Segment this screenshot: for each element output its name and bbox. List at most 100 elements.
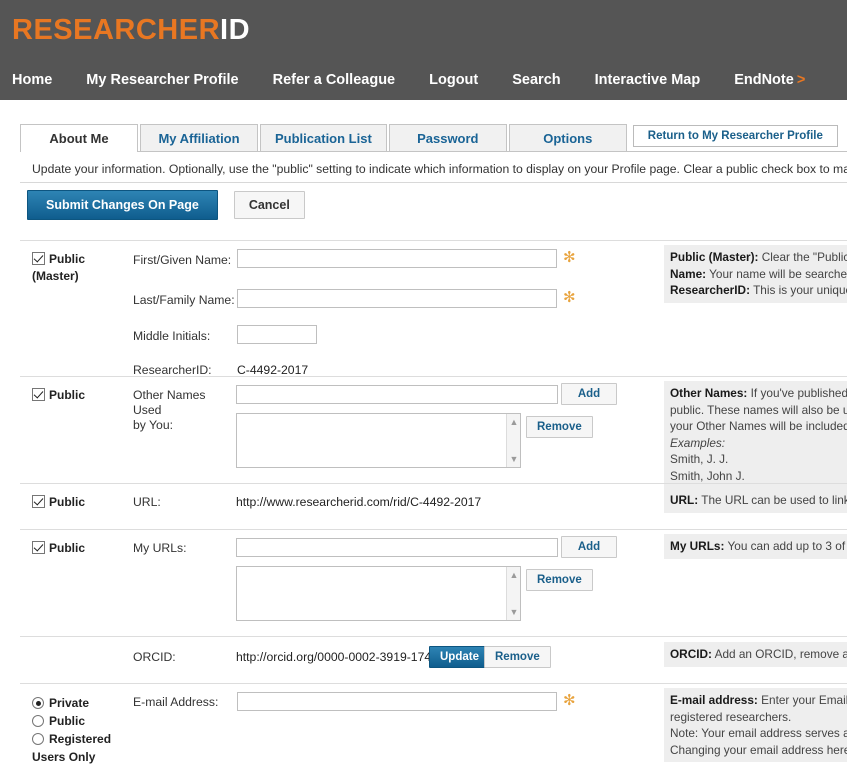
tab-about-me[interactable]: About Me xyxy=(20,124,138,152)
other-names-add-button[interactable]: Add xyxy=(561,383,617,405)
other-names-help-panel: Other Names: If you've published under p… xyxy=(664,381,847,488)
nav-item-home[interactable]: Home xyxy=(12,72,52,88)
last-name-label: Last/Family Name: xyxy=(133,293,235,307)
tab-bar: About Me My Affiliation Publication List… xyxy=(20,122,847,152)
logo-text-secondary: ID xyxy=(220,14,251,46)
help-line-examples: Examples: xyxy=(670,435,847,452)
other-names-public-control[interactable]: Public xyxy=(32,387,122,404)
public-label: Public xyxy=(49,388,86,402)
return-to-profile-button[interactable]: Return to My Researcher Profile xyxy=(632,124,838,147)
checkbox-icon[interactable] xyxy=(32,541,45,554)
email-label: E-mail Address: xyxy=(133,695,219,709)
other-names-input[interactable] xyxy=(236,385,558,404)
instructions-divider xyxy=(20,182,847,183)
name-public-master-control[interactable]: Public (Master) xyxy=(32,251,122,285)
my-urls-listbox[interactable]: ▲ ▼ xyxy=(236,566,521,621)
help-text: If you've published under xyxy=(750,386,847,400)
listbox-scrollbar[interactable]: ▲ ▼ xyxy=(506,414,520,467)
main-navigation: Home My Researcher Profile Refer a Colle… xyxy=(0,60,847,100)
checkbox-icon[interactable] xyxy=(32,252,45,265)
radio-icon-private[interactable] xyxy=(32,697,44,709)
tab-underline xyxy=(20,151,847,152)
nav-item-my-researcher-profile[interactable]: My Researcher Profile xyxy=(86,72,238,88)
scroll-up-icon[interactable]: ▲ xyxy=(509,570,519,580)
required-marker-email: ✻ xyxy=(563,692,576,709)
help-text: You can add up to 3 of your o xyxy=(727,539,847,553)
help-line: ResearcherID: This is your unique iden xyxy=(670,282,847,299)
my-urls-public-control[interactable]: Public xyxy=(32,540,122,557)
help-text: Add an ORCID, remove an ORCI xyxy=(714,647,847,661)
help-term: E-mail address: xyxy=(670,693,758,707)
checkbox-icon[interactable] xyxy=(32,388,45,401)
middle-initials-label: Middle Initials: xyxy=(133,329,211,343)
public-master-sublabel: (Master) xyxy=(32,269,79,283)
nav-item-logout[interactable]: Logout xyxy=(429,72,478,88)
tab-my-affiliation[interactable]: My Affiliation xyxy=(140,124,258,152)
email-privacy-group[interactable]: Private Public Registered Users Only xyxy=(32,694,132,766)
orcid-update-button[interactable]: Update xyxy=(429,646,490,668)
my-urls-input[interactable] xyxy=(236,538,558,557)
first-name-input[interactable] xyxy=(237,249,557,268)
nav-item-search[interactable]: Search xyxy=(512,72,560,88)
page-content: About Me My Affiliation Publication List… xyxy=(0,100,847,776)
submit-changes-button[interactable]: Submit Changes On Page xyxy=(27,190,218,220)
section-url: Public URL: http://www.researcherid.com/… xyxy=(20,483,847,529)
privacy-option-registered: Registered xyxy=(49,732,112,746)
email-input[interactable] xyxy=(237,692,557,711)
checkbox-icon[interactable] xyxy=(32,495,45,508)
url-public-control[interactable]: Public xyxy=(32,494,122,511)
scroll-down-icon[interactable]: ▼ xyxy=(509,607,519,617)
nav-label: My Researcher Profile xyxy=(86,72,239,88)
my-urls-remove-button[interactable]: Remove xyxy=(526,569,593,591)
help-line: ORCID: Add an ORCID, remove an ORCI xyxy=(670,646,847,663)
cancel-button[interactable]: Cancel xyxy=(233,191,305,219)
section-email: Private Public Registered Users Only E-m… xyxy=(20,683,847,776)
listbox-scrollbar[interactable]: ▲ ▼ xyxy=(506,567,520,620)
help-term: Other Names: xyxy=(670,386,748,400)
tab-publication-list[interactable]: Publication List xyxy=(260,124,387,152)
name-help-panel: Public (Master): Clear the "Public (Mas … xyxy=(664,245,847,303)
public-label: Public xyxy=(49,252,86,266)
help-term: My URLs: xyxy=(670,539,725,553)
radio-icon-registered[interactable] xyxy=(32,733,44,745)
last-name-input[interactable] xyxy=(237,289,557,308)
other-names-label-line2: by You: xyxy=(133,418,173,432)
tab-options[interactable]: Options xyxy=(508,124,627,152)
tab-password[interactable]: Password xyxy=(388,124,507,152)
site-logo[interactable]: RESEARCHERID xyxy=(12,14,250,47)
url-help-panel: URL: The URL can be used to link directl xyxy=(664,488,847,513)
privacy-option-registered-line2: Users Only xyxy=(32,750,96,764)
section-my-urls: Public My URLs: Add ▲ ▼ Remove My URLs: … xyxy=(20,529,847,636)
help-text: The URL can be used to link directl xyxy=(701,493,847,507)
email-help-panel: E-mail address: Enter your Email addre r… xyxy=(664,688,847,762)
orcid-remove-button[interactable]: Remove xyxy=(484,646,551,668)
my-urls-help-panel: My URLs: You can add up to 3 of your o xyxy=(664,534,847,559)
nav-item-endnote[interactable]: EndNote > xyxy=(734,72,805,88)
help-text: Your name will be searched and xyxy=(709,266,847,281)
help-examples-label: Examples: xyxy=(670,435,726,450)
section-name: Public (Master) First/Given Name: ✻ Last… xyxy=(20,240,847,377)
help-text: Enter your Email addre xyxy=(761,693,847,707)
help-line: Smith, J. J. xyxy=(670,452,729,466)
scroll-up-icon[interactable]: ▲ xyxy=(509,417,519,427)
nav-label: EndNote xyxy=(734,72,794,88)
help-text: This is your unique iden xyxy=(753,283,847,297)
privacy-option-private: Private xyxy=(49,696,90,710)
orcid-label: ORCID: xyxy=(133,650,176,664)
form-actions: Submit Changes On Page Cancel xyxy=(27,190,305,220)
nav-item-interactive-map[interactable]: Interactive Map xyxy=(595,72,701,88)
help-line: Other Names: If you've published under xyxy=(670,385,847,402)
other-names-listbox[interactable]: ▲ ▼ xyxy=(236,413,521,468)
my-urls-add-button[interactable]: Add xyxy=(561,536,617,558)
nav-item-refer-a-colleague[interactable]: Refer a Colleague xyxy=(273,72,396,88)
radio-icon-public[interactable] xyxy=(32,715,44,727)
middle-initials-input[interactable] xyxy=(237,325,317,344)
help-line: Changing your email address here will c xyxy=(670,742,847,757)
section-other-names: Public Other Names Used by You: Add ▲ ▼ … xyxy=(20,376,847,488)
help-line: public. These names will also be used w xyxy=(670,402,847,417)
help-line: Name: Your name will be searched and xyxy=(670,266,847,283)
researcherid-value: C-4492-2017 xyxy=(237,363,309,377)
other-names-remove-button[interactable]: Remove xyxy=(526,416,593,438)
orcid-help-panel: ORCID: Add an ORCID, remove an ORCI xyxy=(664,642,847,667)
scroll-down-icon[interactable]: ▼ xyxy=(509,454,519,464)
